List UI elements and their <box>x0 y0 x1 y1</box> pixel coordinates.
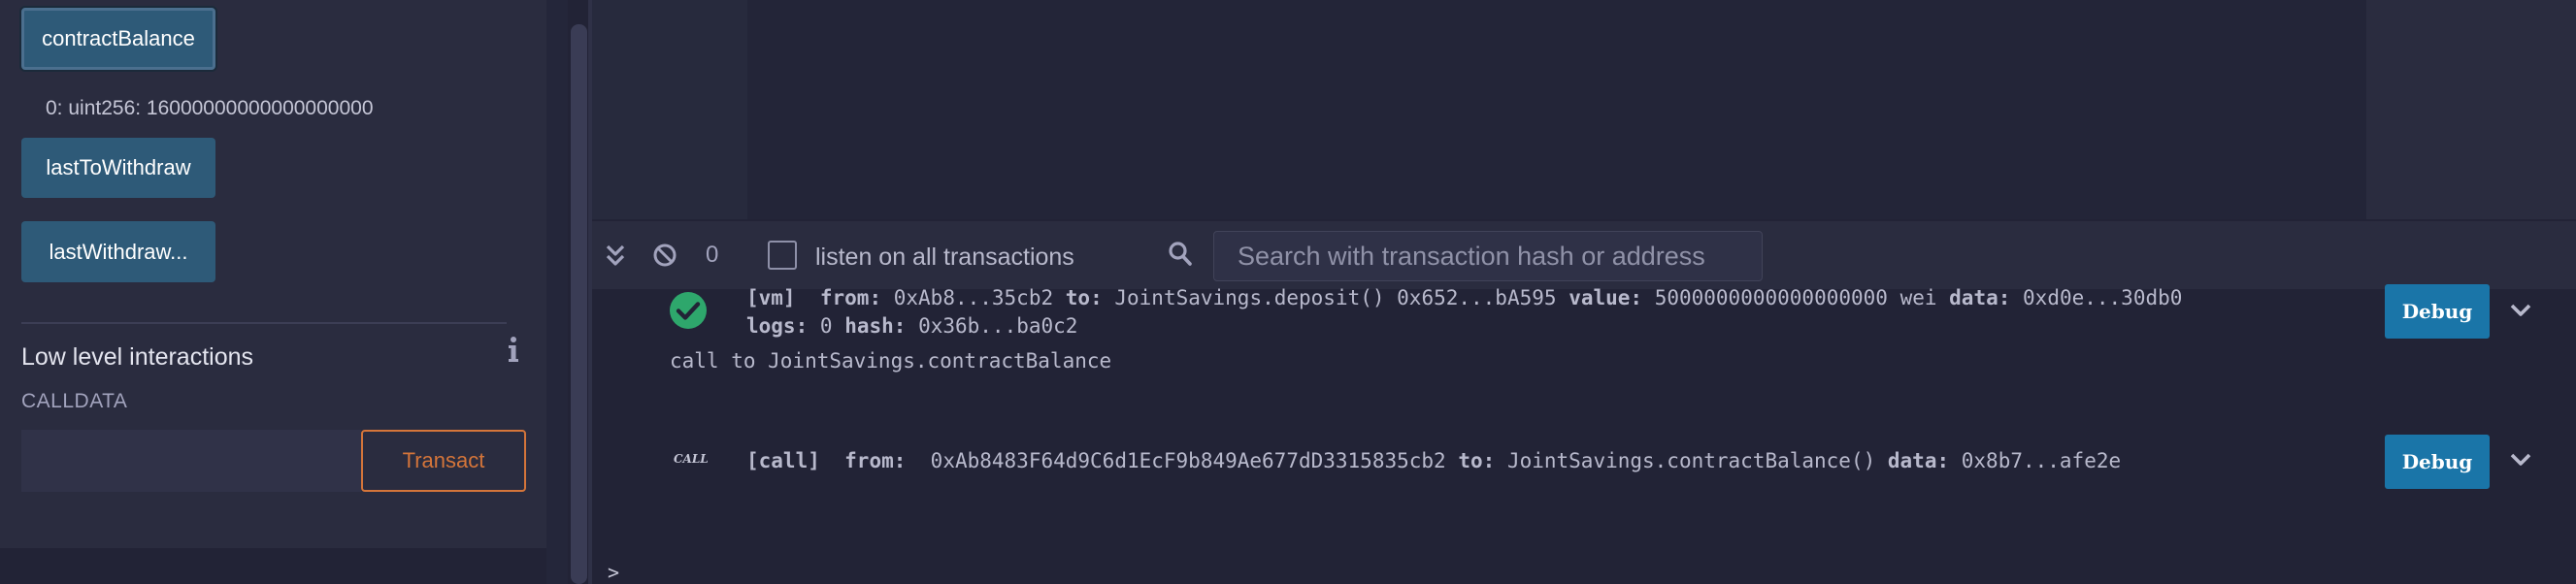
value-amount: 5000000000000000000 wei <box>1654 286 1937 309</box>
left-panel-scrollbar[interactable] <box>571 24 587 584</box>
debug-button[interactable]: Debug <box>2385 435 2490 489</box>
tx-tag: [call] <box>746 449 820 472</box>
ban-icon[interactable] <box>652 243 677 268</box>
data-label: data: <box>1949 286 2011 309</box>
to-target: JointSavings.contractBalance() <box>1506 449 1876 472</box>
to-label: to: <box>1065 286 1103 309</box>
info-icon[interactable] <box>503 334 524 365</box>
section-divider <box>21 322 507 324</box>
chevron-down-icon[interactable] <box>2509 452 2532 468</box>
tx-tag: [vm] <box>746 286 796 309</box>
data-label: data: <box>1887 449 1950 472</box>
check-circle-icon <box>670 292 707 329</box>
from-address: 0xAb8...35cb2 <box>893 286 1054 309</box>
tx-hash: 0x36b...ba0c2 <box>918 314 1078 338</box>
logs-label: logs: <box>746 314 809 338</box>
contract-balance-button[interactable]: contractBalance <box>21 8 215 70</box>
pending-transactions-count: 0 <box>706 242 719 268</box>
to-target: JointSavings.deposit() 0x652...bA595 <box>1114 286 1557 309</box>
transact-button[interactable]: Transact <box>361 430 526 492</box>
debug-button[interactable]: Debug <box>2385 284 2490 339</box>
panel-gap <box>546 0 568 584</box>
search-icon <box>1169 242 1192 266</box>
hash-label: hash: <box>844 314 907 338</box>
data-value: 0xd0e...30db0 <box>2023 286 2183 309</box>
tx-vm-details-line: logs: 0 hash: 0x36b...ba0c2 <box>746 314 1077 338</box>
last-withdraw-button[interactable]: lastWithdraw... <box>21 221 215 282</box>
editor-gutter <box>592 0 747 219</box>
calldata-label: CALLDATA <box>21 390 128 412</box>
last-to-withdraw-button[interactable]: lastToWithdraw <box>21 138 215 198</box>
terminal-prompt[interactable]: > <box>608 561 619 584</box>
call-log-text: call to JointSavings.contractBalance <box>670 349 1112 373</box>
logs-count: 0 <box>819 314 833 338</box>
listen-all-transactions-label[interactable]: listen on all transactions <box>815 243 1074 272</box>
call-result-text: 0: uint256: 16000000000000000000 <box>46 97 374 119</box>
value-label: value: <box>1569 286 1643 309</box>
low-level-interactions-title: Low level interactions <box>21 343 254 371</box>
chevron-down-icon[interactable] <box>2509 303 2532 318</box>
editor-minimap[interactable] <box>2366 0 2576 219</box>
from-label: from: <box>819 286 882 309</box>
call-badge: CALL <box>674 452 709 466</box>
to-label: to: <box>1458 449 1496 472</box>
listen-all-transactions-checkbox[interactable] <box>768 241 797 270</box>
data-value: 0x8b7...afe2e <box>1961 449 2122 472</box>
from-label: from: <box>844 449 907 472</box>
from-address: 0xAb8483F64d9C6d1EcF9b849Ae677dD3315835c… <box>930 449 1446 472</box>
transaction-search-input[interactable] <box>1213 231 1763 281</box>
tx-vm-summary-line: [vm] from: 0xAb8...35cb2 to: JointSaving… <box>746 286 2182 309</box>
calldata-input[interactable] <box>21 430 361 492</box>
tx-call-summary-line: [call] from: 0xAb8483F64d9C6d1EcF9b849Ae… <box>746 449 2121 472</box>
code-editor[interactable] <box>747 0 2366 219</box>
chevrons-down-icon[interactable] <box>604 243 627 268</box>
